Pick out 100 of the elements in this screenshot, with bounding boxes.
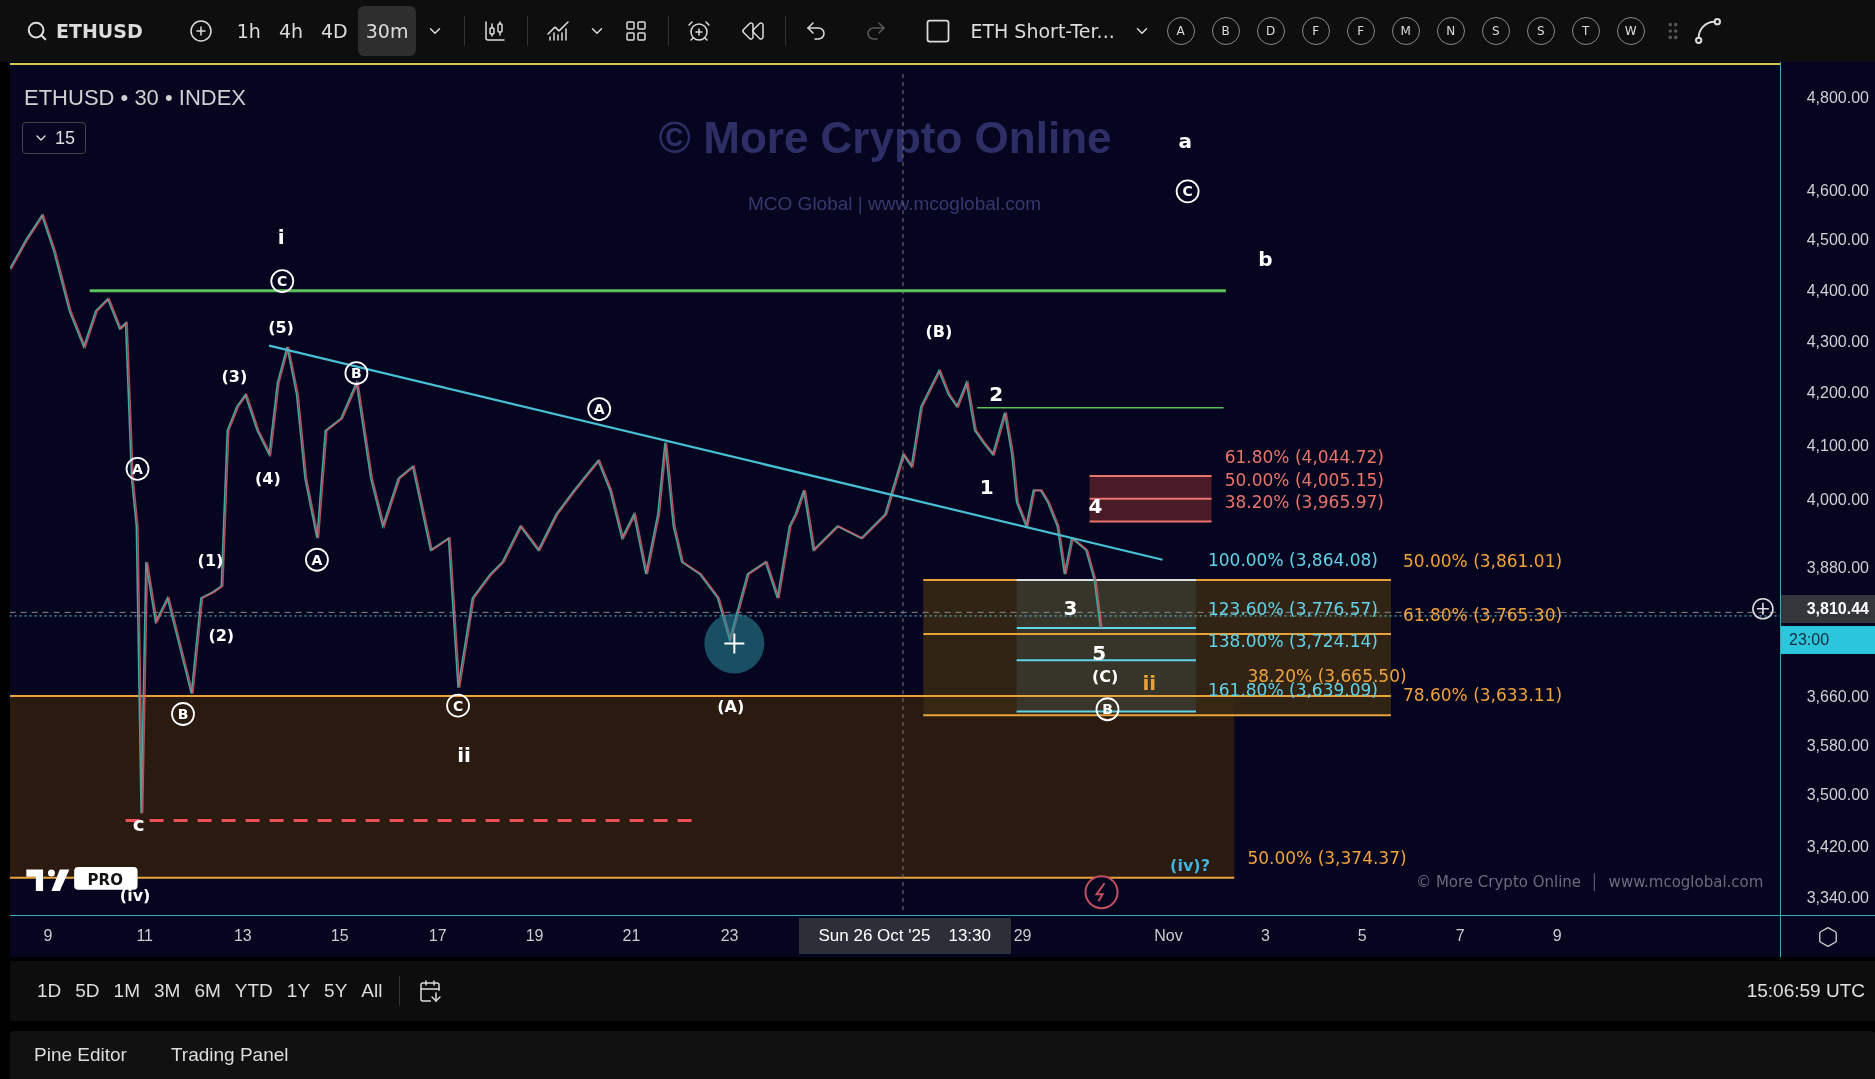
range-button[interactable]: YTD <box>227 980 280 1002</box>
symbol-search-button[interactable]: ETHUSD <box>18 6 151 56</box>
price-tick: 4,600.00 <box>1806 182 1869 201</box>
time-tick: 23 <box>720 927 739 945</box>
chart-credit-link: www.mcoglobal.com <box>1608 873 1764 892</box>
wave-label: (2) <box>208 626 235 646</box>
wave-label: (4) <box>255 469 281 489</box>
price-tick: 3,500.00 <box>1806 786 1869 805</box>
time-tick: 17 <box>428 927 447 945</box>
wave-label: 2 <box>989 381 1004 406</box>
wave-label: C <box>1175 179 1200 204</box>
wave-label: 3 <box>1063 595 1078 620</box>
wave-label: B <box>344 361 369 386</box>
wave-label: ii <box>457 742 471 767</box>
price-tick: 3,420.00 <box>1806 837 1869 856</box>
clock-time: 15:06:59 UTC <box>1746 980 1865 1002</box>
wave-label: A <box>587 397 612 421</box>
range-button[interactable]: 1Y <box>279 980 318 1002</box>
fib-level-label: 78.60% (3,633.11) <box>1402 684 1563 705</box>
wave-label: (A) <box>717 696 745 716</box>
watermark-text: MCO Global | www.mcoglobal.com <box>748 193 1042 215</box>
price-tick: 4,000.00 <box>1806 490 1869 509</box>
wave-label: b <box>1258 246 1273 271</box>
range-button[interactable]: 3M <box>147 980 188 1002</box>
time-tick: 9 <box>43 927 53 945</box>
range-button[interactable]: All <box>354 980 390 1002</box>
range-button[interactable]: 1D <box>30 980 69 1002</box>
wave-label: (1) <box>197 550 224 570</box>
price-tick: 3,580.00 <box>1806 737 1869 756</box>
wave-label: 4 <box>1088 494 1103 519</box>
range-button[interactable]: 5Y <box>317 980 355 1002</box>
wave-label: i <box>277 225 285 249</box>
fib-level-label: 138.00% (3,724.14) <box>1207 631 1378 652</box>
wave-label: ii <box>1142 671 1157 696</box>
price-tick: 4,800.00 <box>1806 89 1869 108</box>
interval-tab[interactable]: 4h <box>270 6 311 56</box>
wave-label: 5 <box>1092 641 1107 666</box>
wave-label: B <box>171 702 195 726</box>
time-tick: 11 <box>136 927 153 945</box>
search-icon <box>26 20 48 42</box>
fib-level-label: 50.00% (4,005.15) <box>1224 469 1384 490</box>
indicator-collapse-button[interactable]: 15 <box>22 122 87 154</box>
price-tick: 3,340.00 <box>1806 889 1869 908</box>
crosshair-time: 13:30 <box>948 926 991 946</box>
candlestick-icon <box>483 19 508 43</box>
wave-label: 1 <box>979 474 994 499</box>
interval-tab[interactable]: 1h <box>228 6 269 56</box>
add-circle-icon[interactable] <box>1752 597 1774 620</box>
wave-label: c <box>132 812 145 837</box>
wave-label: (B) <box>925 322 953 342</box>
time-tick: 19 <box>525 927 544 945</box>
fib-level-label: 50.00% (3,374.37) <box>1247 847 1407 868</box>
wave-label: C <box>270 269 295 293</box>
wave-label: C <box>446 693 470 718</box>
grid-icon <box>624 19 649 43</box>
settings-icon[interactable] <box>1817 925 1839 948</box>
time-tick: 9 <box>1552 927 1562 945</box>
price-tick: 4,100.00 <box>1806 437 1869 456</box>
current-price-label: 3,810.44 <box>1781 594 1875 623</box>
time-tick: 7 <box>1455 927 1465 945</box>
price-tick: 4,300.00 <box>1806 333 1869 352</box>
fib-level-label: 100.00% (3,864.08) <box>1207 549 1378 570</box>
crosshair-cursor-icon <box>704 613 765 674</box>
crosshair-date: Sun 26 Oct '25 <box>818 926 931 946</box>
layout-name-button[interactable]: ETH Short-Ter... <box>962 6 1123 56</box>
wave-label: A <box>305 547 329 572</box>
price-tick: 4,500.00 <box>1806 231 1869 250</box>
interval-tab[interactable]: 4D <box>313 6 356 56</box>
price-tick: 3,880.00 <box>1806 559 1869 578</box>
time-tick: 3 <box>1260 927 1270 945</box>
time-tick: 5 <box>1357 927 1367 945</box>
symbol-legend: ETHUSD • 30 • INDEX <box>24 85 246 111</box>
panel-tab[interactable]: Trading Panel <box>160 1044 299 1066</box>
wave-label: (3) <box>221 366 248 386</box>
time-tick: 15 <box>330 927 349 945</box>
wave-label: (iv)? <box>1170 855 1210 875</box>
plus-circle-icon <box>188 19 213 43</box>
fib-level-label: 38.20% (3,965.97) <box>1224 492 1384 513</box>
chart-credit: © More Crypto Online <box>1416 873 1582 892</box>
range-button[interactable]: 6M <box>187 980 228 1002</box>
fib-level-label: 123.60% (3,776.57) <box>1207 598 1378 619</box>
range-button[interactable]: 5D <box>68 980 107 1002</box>
range-button[interactable]: 1M <box>106 980 147 1002</box>
countdown-label: 23:00 <box>1781 625 1875 654</box>
interval-tab[interactable]: 30m <box>357 6 417 56</box>
logo-icon <box>26 869 70 891</box>
time-tick: 29 <box>1013 927 1032 945</box>
time-tick: 13 <box>233 927 252 945</box>
calendar-icon <box>418 979 443 1003</box>
price-chart[interactable] <box>10 62 1780 915</box>
wave-label: (C) <box>1091 666 1119 686</box>
price-tick: 4,400.00 <box>1806 281 1869 300</box>
panel-tab[interactable]: Pine Editor <box>24 1044 137 1066</box>
fib-level-label: 61.80% (4,044.72) <box>1224 446 1384 467</box>
wave-label: (5) <box>268 317 294 337</box>
price-tick: 4,200.00 <box>1806 384 1869 403</box>
watermark-text: © More Crypto Online <box>658 113 1112 163</box>
fib-level-label: 61.80% (3,765.30) <box>1402 604 1563 625</box>
chart-icon <box>546 19 571 43</box>
lightning-icon[interactable] <box>1084 875 1119 910</box>
